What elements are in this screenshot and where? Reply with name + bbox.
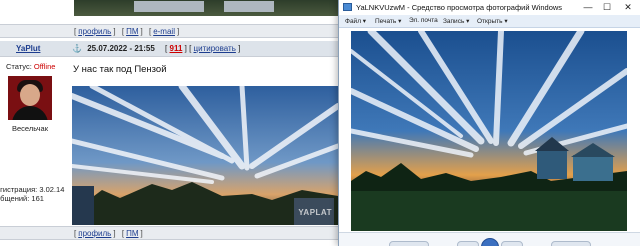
viewer-bottom-controls <box>339 232 640 246</box>
sky-contrails-image <box>72 86 338 225</box>
menu-open[interactable]: Открыть ▾ <box>477 17 508 25</box>
anchor-icon[interactable]: ⚓ <box>72 44 82 53</box>
sunset-contrails-photo <box>351 31 627 231</box>
registration-date: егистрация: 3.02.14 <box>0 185 65 194</box>
close-button[interactable]: ✕ <box>619 1 637 13</box>
user-role: Весельчак <box>12 124 48 133</box>
roof-shape <box>224 1 274 12</box>
menu-email[interactable]: Эл. почта <box>409 17 438 24</box>
nav-control-right[interactable] <box>551 241 591 246</box>
menu-burn[interactable]: Запись ▾ <box>443 17 469 25</box>
post-header: YaPlut ⚓ 25.07.2022 - 21:55 [ 911 ] [ ци… <box>0 41 340 57</box>
next-button[interactable] <box>501 241 523 246</box>
user-info-column: Статус: Offline Весельчак егистрация: 3.… <box>0 58 70 228</box>
post-links-bar: [профиль] [ПМ] <box>0 226 340 240</box>
viewer-image[interactable] <box>351 31 627 231</box>
window-titlebar[interactable]: YaLNKVUzwM - Средство просмотра фотограф… <box>339 0 640 15</box>
pm-link[interactable]: ПМ <box>126 229 138 238</box>
post-photo[interactable]: YAPLAT <box>72 86 338 225</box>
avatar[interactable] <box>8 76 52 120</box>
photo-viewer-app-icon <box>343 3 352 11</box>
post-number-link[interactable]: 911 <box>170 44 183 53</box>
post-text: У нас так под Пензой <box>73 64 167 75</box>
previous-post-links-bar: [профиль] [ПМ] [e-mail] <box>0 24 340 38</box>
viewer-menubar: Файл ▾ Печать ▾ Эл. почта Запись ▾ Откры… <box>339 15 640 28</box>
profile-link[interactable]: профиль <box>78 27 111 36</box>
profile-link[interactable]: профиль <box>78 229 111 238</box>
post-date: 25.07.2022 - 21:55 <box>87 44 155 53</box>
user-status: Статус: Offline <box>6 62 56 71</box>
screen: [профиль] [ПМ] [e-mail] YaPlut ⚓ 25.07.2… <box>0 0 640 246</box>
photo-viewer-window: YaLNKVUzwM - Средство просмотра фотограф… <box>338 0 640 246</box>
status-offline: Offline <box>33 62 56 71</box>
email-link[interactable]: e-mail <box>153 27 175 36</box>
menu-print[interactable]: Печать ▾ <box>375 17 401 25</box>
window-title: YaLNKVUzwM - Средство просмотра фотограф… <box>356 3 563 12</box>
photo-watermark: YAPLAT <box>298 208 332 217</box>
nav-control-left[interactable] <box>389 241 429 246</box>
post-author-username[interactable]: YaPlut <box>16 44 40 53</box>
previous-post-photo <box>74 0 338 16</box>
menu-file[interactable]: Файл ▾ <box>345 17 366 25</box>
slideshow-play-button[interactable] <box>481 238 499 246</box>
post-meta: ⚓ 25.07.2022 - 21:55 [ 911 ] [ цитироват… <box>72 44 241 53</box>
maximize-button[interactable]: ☐ <box>598 1 616 13</box>
pm-link[interactable]: ПМ <box>126 27 138 36</box>
roof-shape <box>134 1 204 12</box>
minimize-button[interactable]: — <box>579 1 597 13</box>
message-count: общений: 161 <box>0 194 44 203</box>
quote-link[interactable]: цитировать <box>194 44 236 53</box>
previous-button[interactable] <box>457 241 479 246</box>
